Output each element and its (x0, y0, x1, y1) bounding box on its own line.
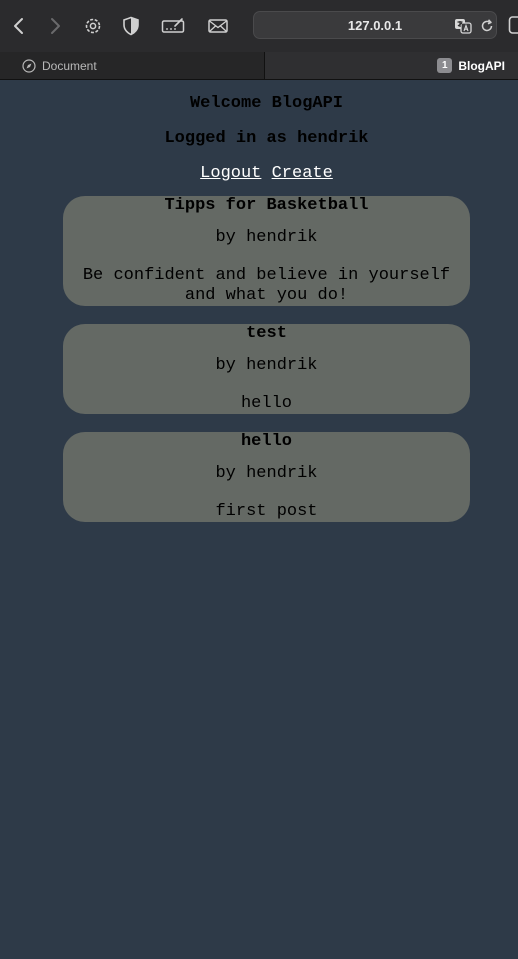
tab-number-badge: 1 (437, 58, 453, 73)
post-card: test by hendrik hello (63, 324, 470, 414)
translate-icon[interactable] (454, 17, 472, 35)
create-link[interactable]: Create (272, 164, 333, 183)
forward-icon[interactable] (42, 13, 68, 39)
nav-links: Logout Create (0, 164, 518, 183)
logged-in-status: Logged in as hendrik (164, 129, 369, 148)
logout-link[interactable]: Logout (200, 164, 261, 183)
post-title: Tipps for Basketball (164, 196, 369, 215)
post-body: first post (215, 502, 318, 521)
browser-toolbar: 127.0.0.1 (0, 0, 518, 52)
back-icon[interactable] (6, 13, 32, 39)
tabs-overview-icon[interactable] (508, 15, 518, 35)
shield-icon[interactable] (118, 13, 144, 39)
gear-icon[interactable] (80, 13, 106, 39)
post-author: by hendrik (215, 464, 318, 483)
url-text[interactable]: 127.0.0.1 (254, 12, 456, 38)
page-content: Welcome BlogAPI Logged in as hendrik Log… (0, 80, 518, 959)
tab-label: Document (42, 58, 97, 73)
tab-label: BlogAPI (458, 58, 505, 73)
address-bar[interactable]: 127.0.0.1 (253, 11, 497, 39)
post-author: by hendrik (215, 228, 318, 247)
signature-icon[interactable] (160, 13, 186, 39)
tab-document[interactable]: Document (0, 52, 265, 79)
welcome-heading: Welcome BlogAPI (189, 94, 344, 113)
post-body: hello (240, 394, 292, 413)
post-body: Be confident and believe in yourself and… (82, 266, 451, 305)
tab-blogapi[interactable]: 1 BlogAPI (265, 52, 518, 79)
compass-icon (22, 58, 36, 73)
post-card: Tipps for Basketball by hendrik Be confi… (63, 196, 470, 306)
post-card: hello by hendrik first post (63, 432, 470, 522)
reload-icon[interactable] (478, 17, 496, 35)
post-author: by hendrik (215, 356, 318, 375)
tab-bar: Document 1 BlogAPI (0, 52, 518, 80)
post-title: test (246, 324, 287, 343)
post-title: hello (240, 432, 292, 451)
mail-icon[interactable] (205, 13, 231, 39)
